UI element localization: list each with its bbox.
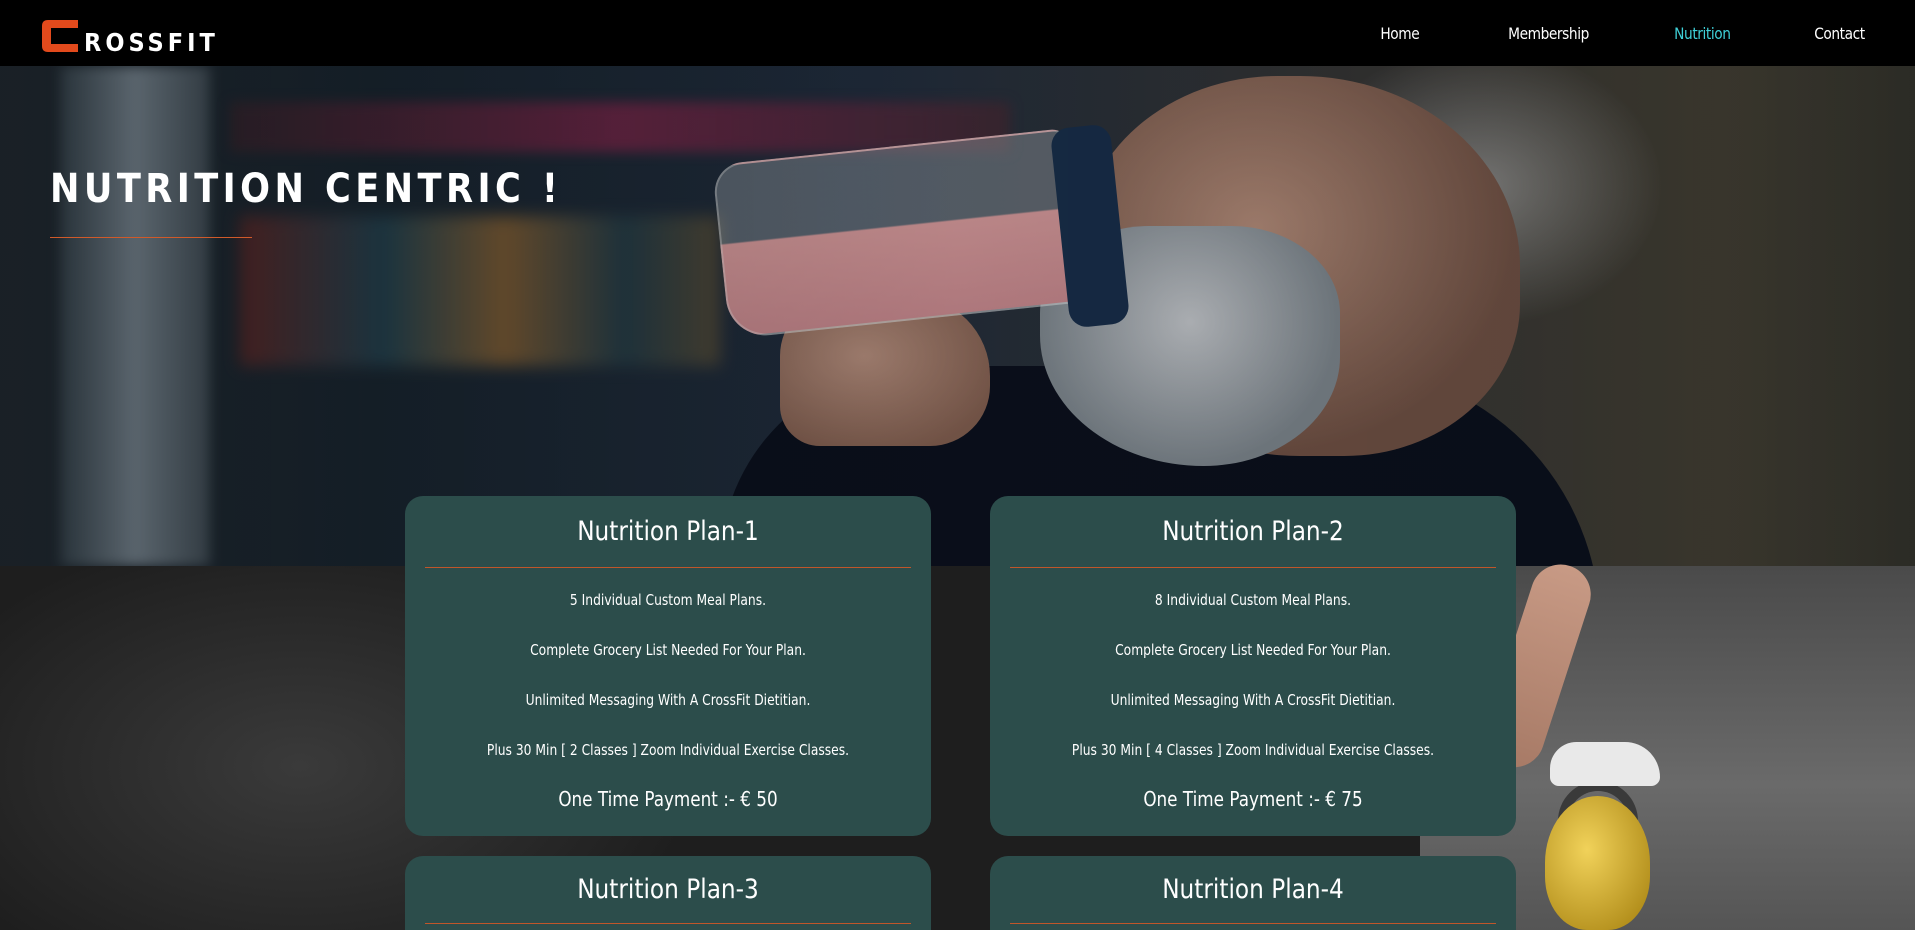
plan-title: Nutrition Plan-4	[1162, 874, 1344, 905]
nav-home[interactable]: Home	[1380, 24, 1419, 43]
plan-features: 5 Individual Custom Meal Plans. Complete…	[405, 590, 931, 790]
logo[interactable]: ROSSFIT	[38, 12, 219, 56]
logo-text: ROSSFIT	[84, 28, 219, 57]
plan-feature: Complete Grocery List Needed For Your Pl…	[1115, 641, 1391, 659]
plan-price: One Time Payment :- € 75	[1143, 787, 1363, 811]
plan-title: Nutrition Plan-2	[1162, 516, 1344, 547]
hero-overlay	[0, 66, 1915, 566]
plan-divider	[425, 923, 911, 924]
plan-feature: Plus 30 Min [ 2 Classes ] Zoom Individua…	[486, 741, 850, 759]
plan-card-1[interactable]: Nutrition Plan-1 5 Individual Custom Mea…	[405, 496, 931, 836]
hero-title-underline	[50, 237, 252, 238]
plan-divider	[1010, 923, 1496, 924]
hero-banner: NUTRITION CENTRIC !	[0, 66, 1915, 566]
main-menu: Home Membership Nutrition Contact	[1298, 0, 1866, 66]
navbar: ROSSFIT Home Membership Nutrition Contac…	[0, 0, 1915, 66]
hero-title: NUTRITION CENTRIC !	[50, 166, 563, 212]
plan-title: Nutrition Plan-1	[577, 516, 759, 547]
plan-price: One Time Payment :- € 50	[558, 787, 778, 811]
plan-feature: Complete Grocery List Needed For Your Pl…	[530, 641, 806, 659]
plan-card-4[interactable]: Nutrition Plan-4	[990, 856, 1516, 930]
nav-contact[interactable]: Contact	[1814, 24, 1865, 43]
plan-divider	[425, 567, 911, 568]
plan-card-3[interactable]: Nutrition Plan-3	[405, 856, 931, 930]
plan-card-2[interactable]: Nutrition Plan-2 8 Individual Custom Mea…	[990, 496, 1516, 836]
nav-membership[interactable]: Membership	[1508, 24, 1589, 43]
page: ROSSFIT Home Membership Nutrition Contac…	[0, 0, 1915, 930]
plan-features: 8 Individual Custom Meal Plans. Complete…	[990, 590, 1516, 790]
plan-feature: Unlimited Messaging With A CrossFit Diet…	[1110, 691, 1396, 709]
plan-feature: Plus 30 Min [ 4 Classes ] Zoom Individua…	[1071, 741, 1435, 759]
plan-title: Nutrition Plan-3	[577, 874, 759, 905]
plan-feature: Unlimited Messaging With A CrossFit Diet…	[525, 691, 811, 709]
kettlebell	[1545, 796, 1650, 930]
plan-divider	[1010, 567, 1496, 568]
plans-background	[0, 556, 1915, 930]
bg-shoe	[1550, 742, 1660, 786]
plan-feature: 8 Individual Custom Meal Plans.	[1154, 591, 1352, 609]
logo-c-mark	[38, 16, 82, 56]
nav-nutrition[interactable]: Nutrition	[1674, 24, 1731, 43]
plan-feature: 5 Individual Custom Meal Plans.	[569, 591, 767, 609]
